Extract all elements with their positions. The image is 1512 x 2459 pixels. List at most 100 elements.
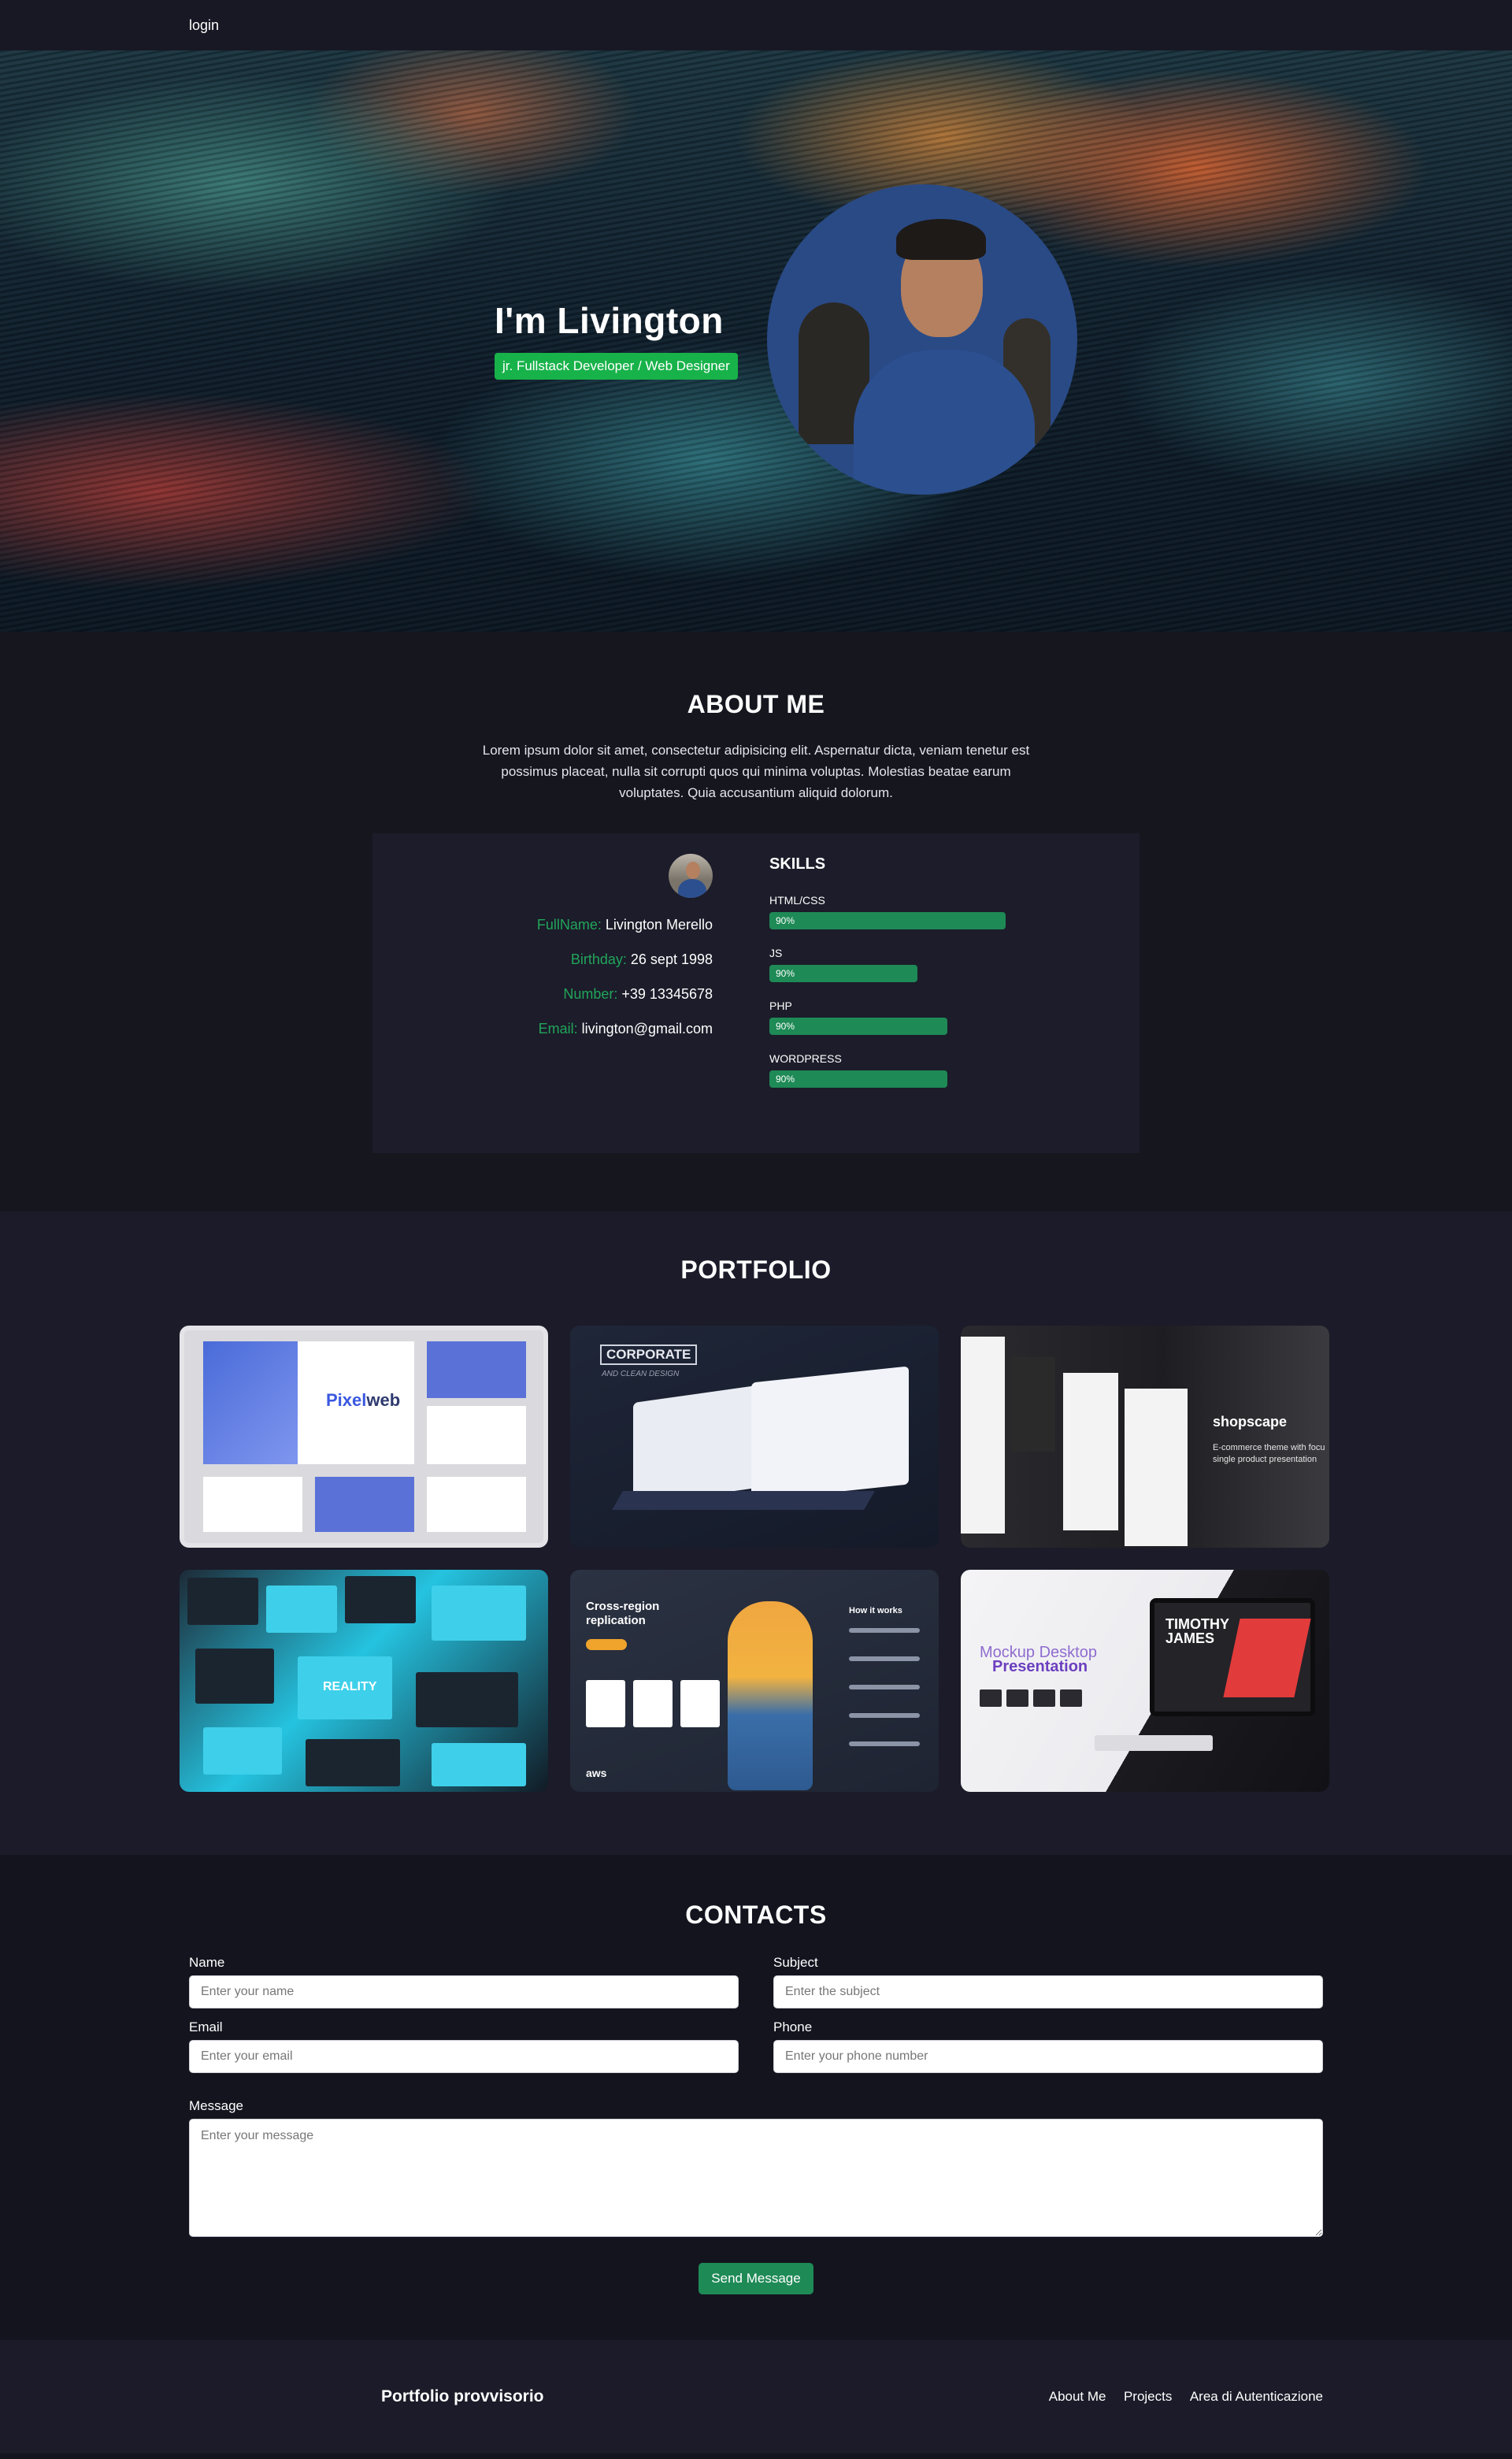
heading-line: Cross-region bbox=[586, 1600, 660, 1613]
card-tagline: E-commerce theme with focu single product… bbox=[1213, 1442, 1325, 1466]
card-subtitle: Presentation bbox=[992, 1658, 1088, 1675]
footer-link-about-me[interactable]: About Me bbox=[1049, 2389, 1106, 2404]
skill-progress-bar: 90% bbox=[769, 965, 917, 982]
form-row: Email Phone bbox=[189, 2019, 1323, 2073]
card-line bbox=[849, 1685, 920, 1689]
info-fullname: FullName: Livington Merello bbox=[537, 917, 713, 933]
name-input[interactable] bbox=[189, 1975, 739, 2008]
skill-name: JS bbox=[769, 947, 783, 959]
info-number: Number: +39 13345678 bbox=[537, 986, 713, 1003]
portfolio-card-reality[interactable]: REALITY bbox=[180, 1570, 548, 1792]
card-tile bbox=[195, 1649, 274, 1704]
card-badge bbox=[1060, 1689, 1082, 1707]
avatar-face bbox=[686, 862, 700, 879]
phone-label: Phone bbox=[773, 2019, 813, 2034]
laptop-base bbox=[612, 1491, 875, 1510]
subject-field-group: Subject bbox=[773, 1955, 1323, 2008]
card-page bbox=[1063, 1373, 1118, 1530]
card-tile bbox=[416, 1672, 518, 1727]
card-tile bbox=[306, 1739, 400, 1786]
card-person bbox=[728, 1601, 813, 1790]
avatar bbox=[669, 854, 713, 898]
photo-shirt bbox=[854, 350, 1035, 495]
send-wrap: Send Message bbox=[189, 2263, 1323, 2294]
info-value: +39 13345678 bbox=[621, 986, 713, 1002]
card-thumb bbox=[427, 1406, 526, 1464]
card-monitor: TIMOTHY JAMES bbox=[1150, 1598, 1315, 1716]
card-thumb bbox=[427, 1477, 526, 1532]
email-input[interactable] bbox=[189, 2040, 739, 2073]
skill-name: HTML/CSS bbox=[769, 894, 825, 907]
name-line: JAMES bbox=[1166, 1630, 1215, 1646]
card-line bbox=[849, 1713, 920, 1718]
portfolio-card-mockup[interactable]: Mockup Desktop Presentation TIMOTHY JAMES bbox=[961, 1570, 1329, 1792]
contacts-title: CONTACTS bbox=[685, 1901, 827, 1929]
info-value: 26 sept 1998 bbox=[630, 951, 713, 967]
skill-html-css: HTML/CSS 90% bbox=[769, 894, 1021, 929]
info-label: Email: bbox=[538, 1021, 578, 1037]
card-brand: shopscape bbox=[1213, 1414, 1288, 1430]
hero-text: I'm Livington jr. Fullstack Developer / … bbox=[495, 299, 738, 380]
portfolio-grid: Pixelweb CORPORATE AND CLEAN DESIGN shop… bbox=[180, 1326, 1332, 1792]
card-page bbox=[1011, 1357, 1055, 1452]
portfolio-card-cross-region[interactable]: Cross-region replication How it works aws bbox=[570, 1570, 939, 1792]
name-line: TIMOTHY bbox=[1166, 1616, 1229, 1632]
message-textarea[interactable] bbox=[189, 2119, 1323, 2237]
card-page bbox=[961, 1337, 1005, 1534]
avatar-shirt bbox=[678, 879, 706, 898]
name-field-group: Name bbox=[189, 1955, 739, 2008]
message-field-group: Message bbox=[189, 2098, 1323, 2241]
portfolio-card-shopscape[interactable]: shopscape E-commerce theme with focu sing… bbox=[961, 1326, 1329, 1548]
card-box bbox=[680, 1680, 720, 1727]
logo-part: Pixel bbox=[326, 1390, 367, 1410]
subject-input[interactable] bbox=[773, 1975, 1323, 2008]
skills-panel: SKILLS HTML/CSS 90% JS 90% PHP 90% WORDP… bbox=[769, 855, 1021, 1105]
card-badge bbox=[1006, 1689, 1028, 1707]
monitor-name: TIMOTHY JAMES bbox=[1166, 1617, 1229, 1645]
card-text: REALITY bbox=[323, 1680, 377, 1693]
card-line bbox=[849, 1741, 920, 1746]
info-label: Number: bbox=[563, 986, 618, 1002]
card-keyboard bbox=[1095, 1735, 1213, 1751]
subject-label: Subject bbox=[773, 1955, 818, 1970]
card-page bbox=[1125, 1389, 1188, 1546]
tagline-line: single product presentation bbox=[1213, 1455, 1317, 1464]
card-tile bbox=[432, 1743, 526, 1786]
portfolio-section: PORTFOLIO Pixelweb CORPORATE AND CLEAN D… bbox=[0, 1211, 1512, 1855]
footer-brand: Portfolio provvisorio bbox=[381, 2387, 544, 2405]
skill-js: JS 90% bbox=[769, 947, 1021, 982]
card-tile bbox=[266, 1586, 337, 1633]
card-tile bbox=[203, 1727, 282, 1775]
photo-hair bbox=[896, 219, 986, 260]
heading-line: replication bbox=[586, 1614, 646, 1627]
card-thumb bbox=[315, 1477, 414, 1532]
card-tile bbox=[432, 1586, 526, 1641]
phone-field-group: Phone bbox=[773, 2019, 1323, 2073]
portfolio-card-pixelweb[interactable]: Pixelweb bbox=[180, 1326, 548, 1548]
login-link[interactable]: login bbox=[189, 17, 219, 34]
monitor-graphic bbox=[1223, 1619, 1311, 1697]
portfolio-card-corporate[interactable]: CORPORATE AND CLEAN DESIGN bbox=[570, 1326, 939, 1548]
card-box bbox=[586, 1680, 625, 1727]
phone-input[interactable] bbox=[773, 2040, 1323, 2073]
card-thumb bbox=[427, 1341, 526, 1398]
about-section: ABOUT ME Lorem ipsum dolor sit amet, con… bbox=[0, 632, 1512, 1211]
aws-logo: aws bbox=[586, 1767, 607, 1779]
info-birthday: Birthday: 26 sept 1998 bbox=[537, 951, 713, 968]
skill-progress-bar: 90% bbox=[769, 1070, 947, 1088]
form-row: Name Subject bbox=[189, 1955, 1323, 2008]
info-value: Livington Merello bbox=[605, 917, 713, 933]
personal-info: FullName: Livington Merello Birthday: 26… bbox=[537, 917, 713, 1055]
top-nav: login bbox=[0, 0, 1512, 50]
skill-progress-bar: 90% bbox=[769, 912, 1006, 929]
footer-link-projects[interactable]: Projects bbox=[1124, 2389, 1172, 2404]
footer-link-auth-area[interactable]: Area di Autenticazione bbox=[1190, 2389, 1323, 2404]
about-title: ABOUT ME bbox=[687, 690, 825, 718]
send-message-button[interactable]: Send Message bbox=[699, 2263, 813, 2294]
role-badge: jr. Fullstack Developer / Web Designer bbox=[495, 353, 738, 380]
skill-name: WORDPRESS bbox=[769, 1052, 842, 1065]
card-badge bbox=[980, 1689, 1002, 1707]
card-tile bbox=[345, 1576, 416, 1623]
email-label: Email bbox=[189, 2019, 223, 2034]
card-pill bbox=[586, 1639, 627, 1650]
